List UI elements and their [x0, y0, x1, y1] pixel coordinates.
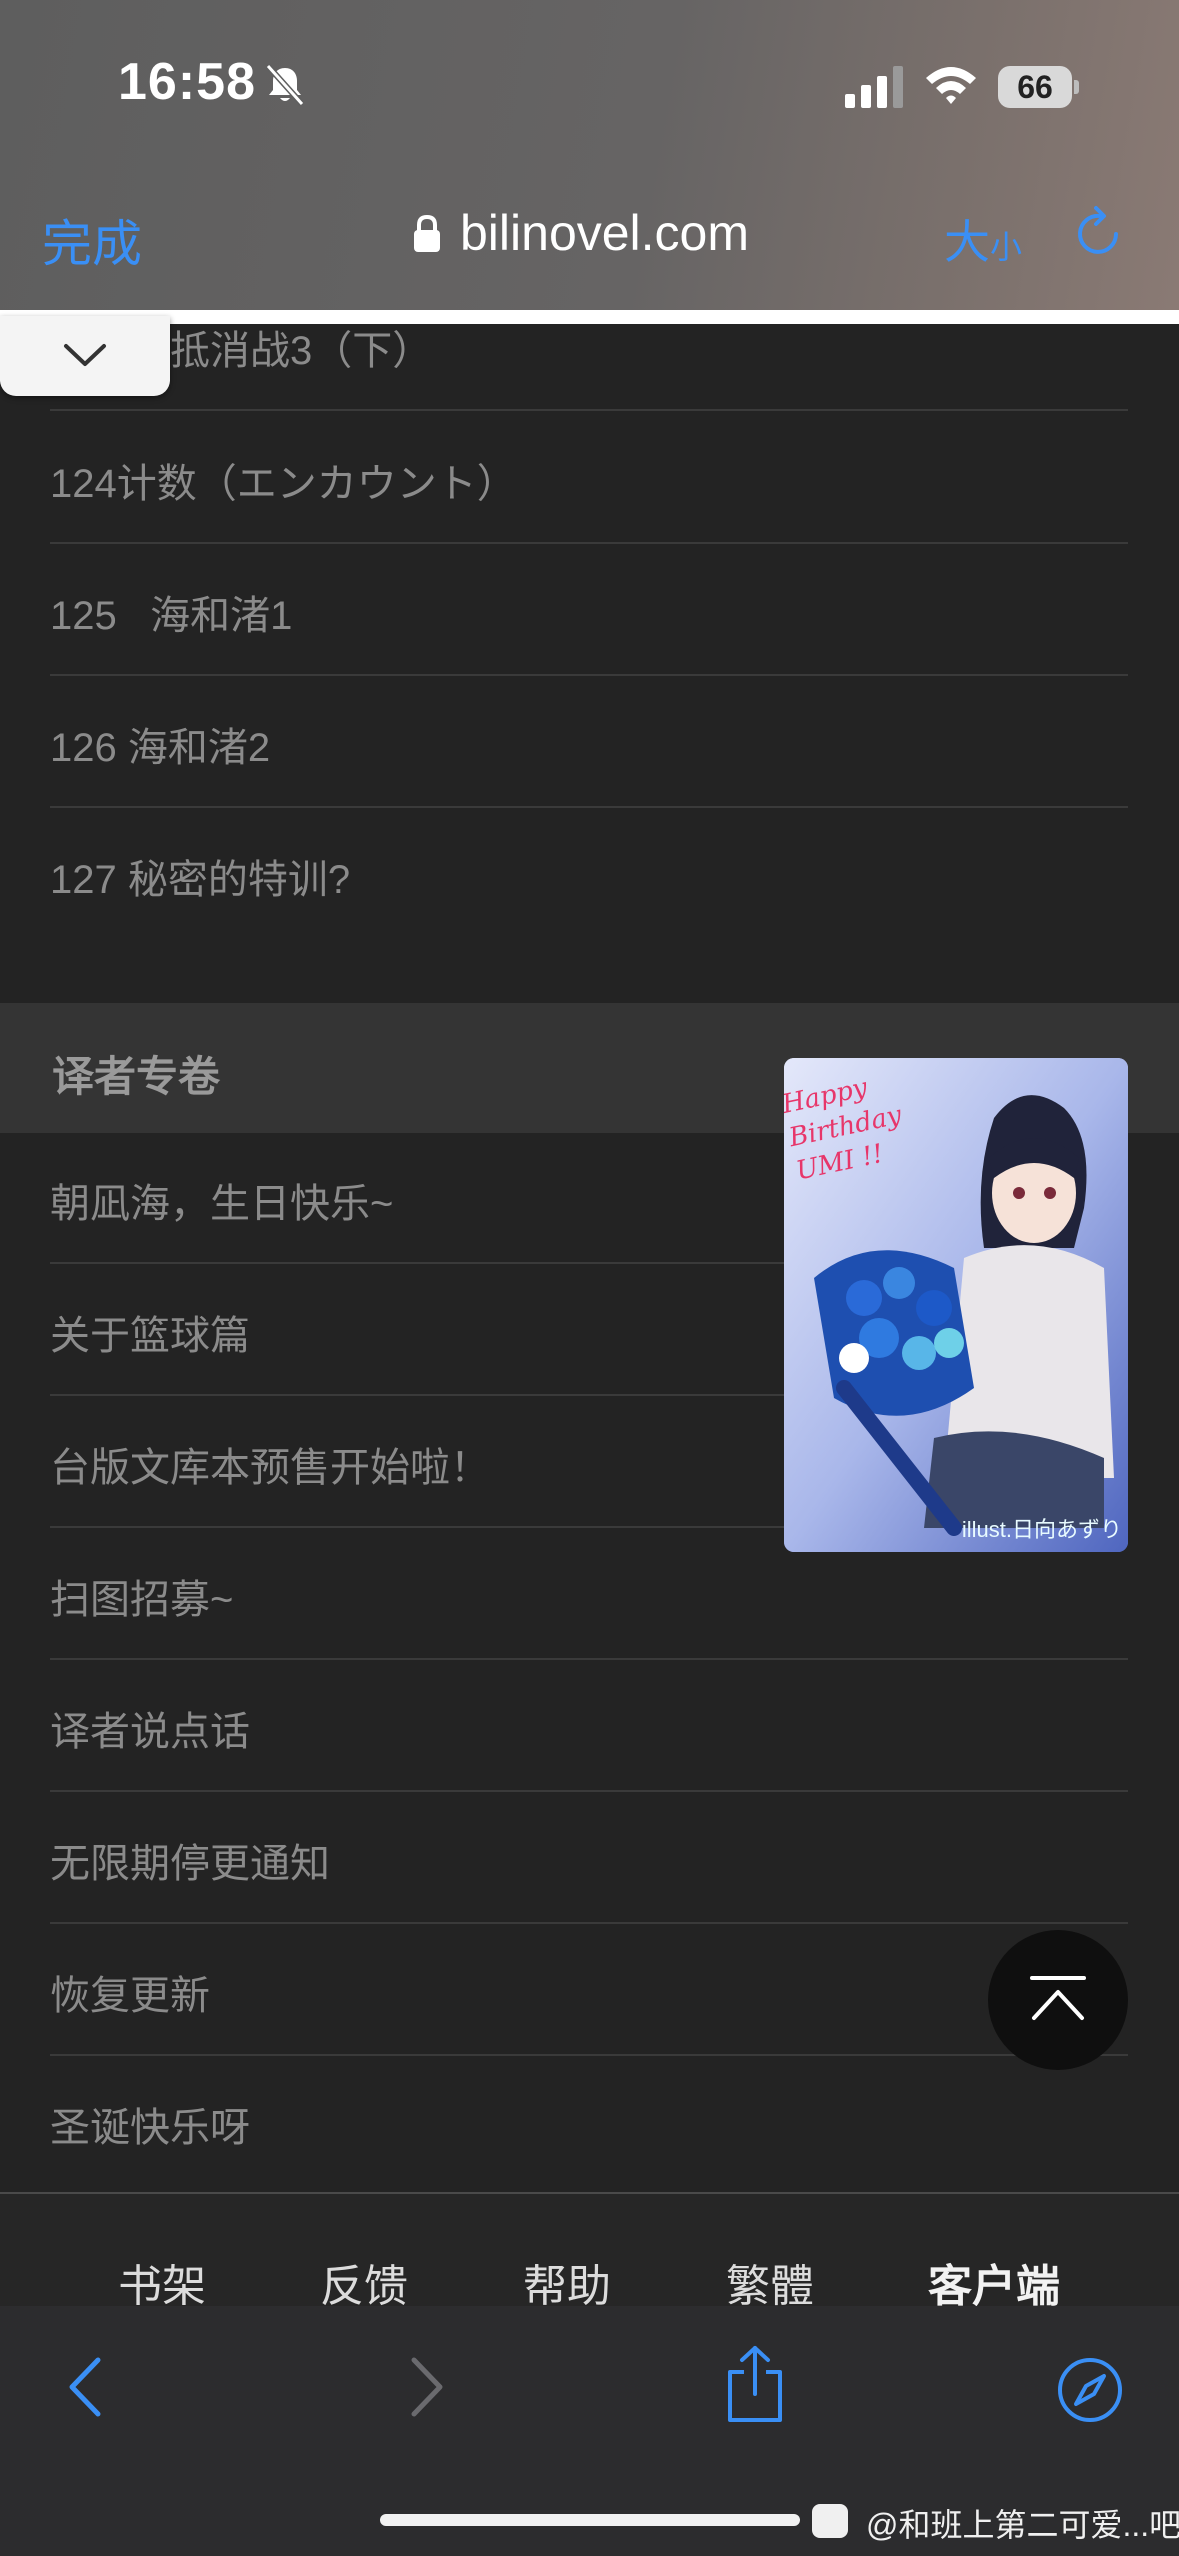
chapter-label: 125 海和渚1 [50, 594, 293, 638]
chapter-row[interactable]: 124计数（エンカウント） [50, 413, 1128, 544]
section-title: 译者专卷 [52, 1052, 221, 1101]
text-size-button[interactable]: 大小 [944, 206, 1022, 272]
chapter-row[interactable]: 126 海和渚2 [50, 677, 1128, 808]
footer-link-bookshelf[interactable]: 书架 [118, 2250, 206, 2314]
text-size-small: 小 [990, 229, 1023, 265]
bell-off-icon [265, 63, 305, 107]
chapter-row[interactable]: 127 秘密的特训? [50, 809, 1128, 940]
chapter-label: 译者说点话 [50, 1710, 250, 1754]
cover-credit: illust.日向あずり [961, 1517, 1122, 1542]
chapter-label: 124计数（エンカウント） [50, 462, 517, 506]
forward-icon[interactable] [404, 2354, 448, 2420]
watermark-text: @和班上第二可爱...吧 [866, 2507, 1179, 2543]
lock-icon [414, 214, 440, 252]
text-size-big: 大 [944, 216, 990, 268]
share-icon[interactable] [722, 2344, 788, 2424]
cell-signal-icon [845, 66, 903, 108]
status-time: 16:58 [118, 53, 256, 111]
chapter-label: 关于篮球篇 [50, 1314, 250, 1358]
cover-illustration[interactable]: Happy Birthday UMI !! illust.日向あずり [784, 1058, 1128, 1552]
chapter-row[interactable]: 125 海和渚1 [50, 545, 1128, 676]
chapter-label: 恢复更新 [50, 1974, 210, 2018]
chapter-label: 126 海和渚2 [50, 726, 271, 770]
chapter-label: 台版文库本预售开始啦！ [50, 1446, 490, 1490]
chapter-row[interactable]: 圣诞快乐呀 [50, 2057, 1128, 2188]
chapter-label: 圣诞快乐呀 [50, 2106, 250, 2150]
chapter-label: 扫图招募~ [50, 1578, 234, 1622]
chapter-row[interactable]: 恢复更新 [50, 1925, 1128, 2056]
chapter-row[interactable]: 译者说点话 [50, 1661, 1128, 1792]
reload-icon[interactable] [1070, 204, 1128, 262]
footer-link-help[interactable]: 帮助 [523, 2250, 611, 2314]
battery-indicator: 66 [998, 66, 1079, 108]
footer-link-feedback[interactable]: 反馈 [320, 2250, 408, 2314]
chapter-row[interactable]: 无限期停更通知 [50, 1793, 1128, 1924]
address-bar-url[interactable]: bilinovel.com [460, 204, 749, 262]
chapter-label: 朝凪海，生日快乐~ [50, 1182, 394, 1226]
footer-link-traditional[interactable]: 繁體 [726, 2250, 814, 2314]
chevron-down-icon [64, 344, 106, 366]
home-indicator [380, 2514, 800, 2526]
compass-icon[interactable] [1056, 2356, 1124, 2424]
chapter-row[interactable]: 抵消战3（下） [50, 280, 1128, 411]
collapse-tab[interactable] [0, 316, 170, 396]
back-icon[interactable] [64, 2354, 108, 2420]
battery-level: 66 [1017, 69, 1053, 105]
footer-link-client[interactable]: 客户端 [928, 2250, 1060, 2314]
arrow-up-icon [1030, 1976, 1086, 2020]
wifi-icon [926, 67, 976, 104]
watermark-logo-icon [812, 2504, 848, 2538]
chapter-label: 抵消战3（下） [170, 329, 433, 373]
done-button[interactable]: 完成 [42, 204, 142, 276]
scroll-to-top-button[interactable] [988, 1930, 1128, 2070]
chapter-label: 无限期停更通知 [50, 1842, 330, 1886]
chapter-label: 127 秘密的特训? [50, 858, 351, 902]
